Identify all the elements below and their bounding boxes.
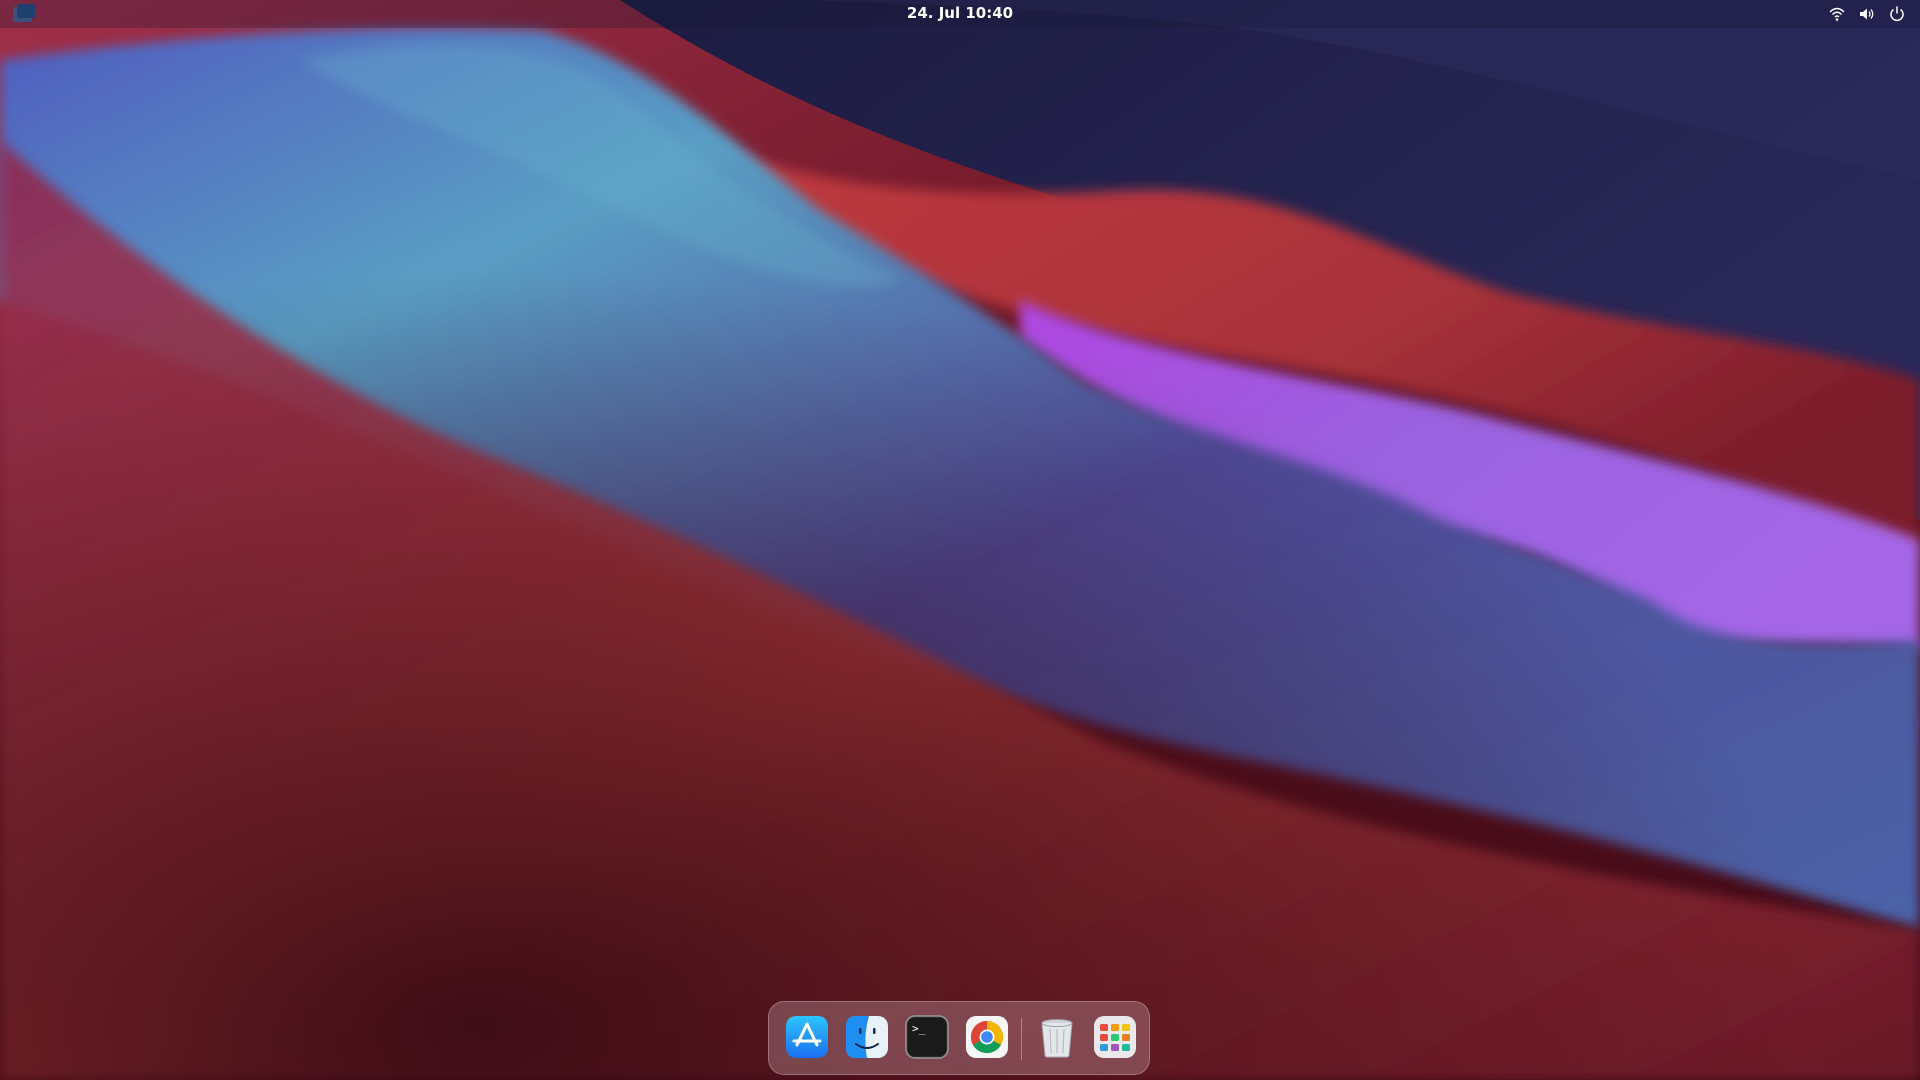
dock-item-finder[interactable] <box>845 1015 889 1059</box>
chrome-icon <box>966 1016 1008 1058</box>
dock-item-trash[interactable] <box>1035 1015 1079 1059</box>
dock: >_ <box>768 1001 1150 1075</box>
dock-separator <box>1021 1018 1022 1060</box>
wallpaper <box>0 0 1920 1080</box>
clock-label[interactable]: 24. Jul 10:40 <box>907 4 1013 22</box>
dock-item-chrome[interactable] <box>965 1015 1009 1059</box>
finder-icon <box>846 1016 888 1058</box>
clock: 24. Jul 10:40 <box>0 0 1920 28</box>
terminal-icon: >_ <box>905 1015 949 1059</box>
app-store-icon <box>786 1016 828 1058</box>
dock-item-terminal[interactable]: >_ <box>905 1015 949 1059</box>
app-grid-icon <box>1094 1016 1136 1058</box>
activities-button[interactable] <box>12 3 36 25</box>
power-icon[interactable] <box>1888 5 1906 23</box>
system-tray[interactable] <box>1828 4 1906 24</box>
wifi-icon[interactable] <box>1828 5 1846 23</box>
terminal-glyph: >_ <box>912 1022 926 1035</box>
dock-item-app-grid[interactable] <box>1093 1015 1137 1059</box>
dock-item-app-store[interactable] <box>785 1015 829 1059</box>
trash-icon <box>1041 1019 1073 1058</box>
desktop[interactable]: 24. Jul 10:40 >_ <box>0 0 1920 1080</box>
activities-icon <box>13 4 35 22</box>
top-bar: 24. Jul 10:40 <box>0 0 1920 28</box>
volume-icon[interactable] <box>1858 5 1876 23</box>
